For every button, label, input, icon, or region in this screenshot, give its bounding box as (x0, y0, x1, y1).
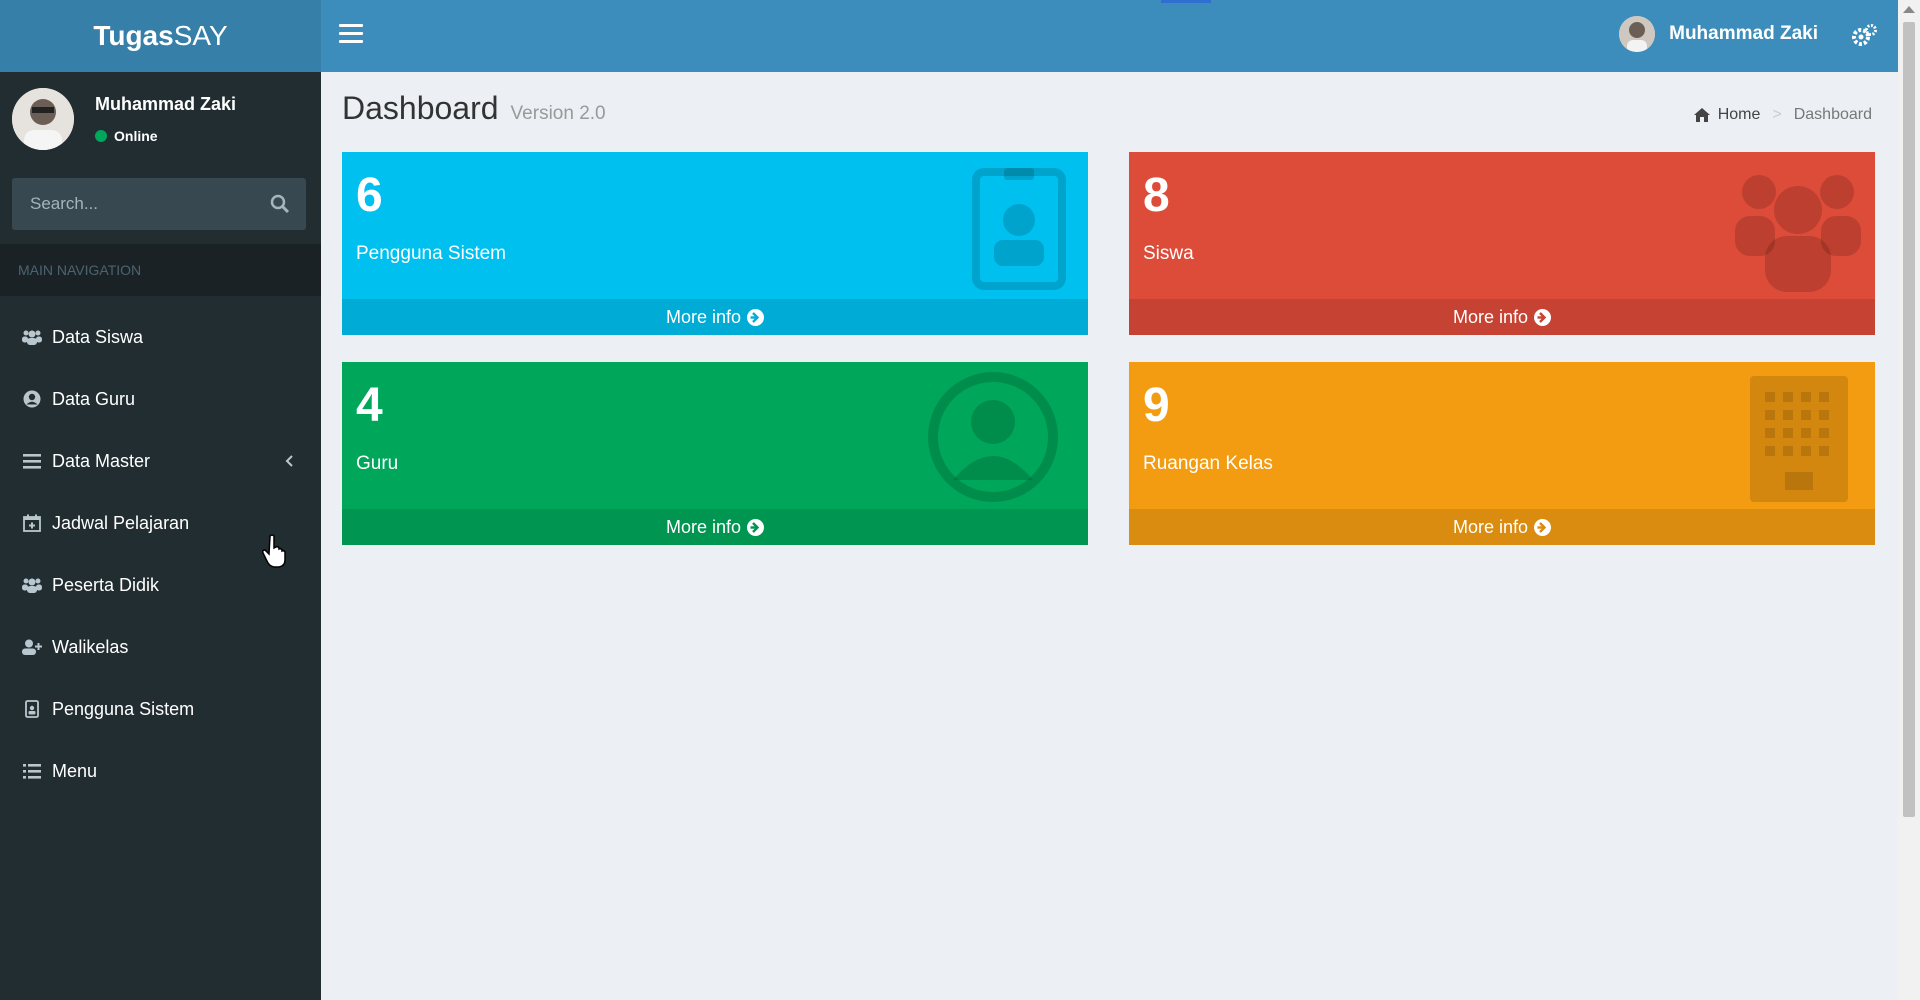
sidebar-item-label: Data Guru (52, 388, 136, 409)
sidebar-item-data-guru[interactable]: Data Guru (0, 368, 321, 430)
hamburger-icon[interactable] (339, 24, 363, 48)
users-icon (1733, 162, 1863, 292)
sidebar-item-label: Data Master (52, 450, 151, 471)
nav-header: MAIN NAVIGATION (0, 244, 321, 296)
breadcrumb-home-link[interactable]: Home (1718, 106, 1761, 124)
info-box-value: 8 (1143, 169, 1170, 222)
sidebar-search (12, 178, 306, 230)
user-plus-icon (22, 637, 42, 657)
sidebar-item-label: Peserta Didik (52, 574, 160, 595)
arrow-circle-right-icon (1534, 308, 1552, 326)
page-scrollbar[interactable] (1898, 0, 1920, 1000)
info-box-label: Pengguna Sistem (356, 243, 506, 264)
sidebar-item-label: Data Siswa (52, 326, 144, 347)
user-circle-icon (22, 389, 42, 409)
arrow-circle-right-icon (747, 518, 765, 536)
info-box-pengguna-sistem: 6 Pengguna Sistem More info (342, 152, 1088, 335)
loading-bar (1161, 0, 1211, 3)
sidebar-item-data-siswa[interactable]: Data Siswa (0, 306, 321, 368)
more-info-link[interactable]: More info (1129, 299, 1875, 335)
gears-icon[interactable] (1850, 22, 1878, 50)
content-header: Dashboard Version 2.0 (342, 90, 606, 127)
info-box-value: 4 (356, 379, 383, 432)
info-box-value: 9 (1143, 379, 1170, 432)
sidebar-item-pengguna-sistem[interactable]: Pengguna Sistem (0, 678, 321, 740)
breadcrumb: Home > Dashboard (1693, 106, 1872, 124)
more-info-label: More info (665, 306, 742, 327)
avatar (12, 88, 74, 150)
info-box-label: Siswa (1143, 243, 1194, 264)
id-badge-icon (946, 162, 1076, 292)
sidebar-item-label: Menu (52, 760, 98, 781)
more-info-link[interactable]: More info (342, 509, 1088, 545)
arrow-circle-right-icon (1534, 518, 1552, 536)
app-logo[interactable]: Tugas SAY (0, 0, 321, 72)
home-icon (1693, 108, 1710, 122)
scrollbar-thumb[interactable] (1903, 22, 1915, 817)
page-title: Dashboard (342, 90, 499, 126)
list-icon (22, 761, 42, 781)
breadcrumb-separator: > (1772, 106, 1782, 123)
info-box-siswa: 8 Siswa More info (1129, 152, 1875, 335)
search-input[interactable] (12, 178, 252, 230)
logo-light: SAY (173, 20, 228, 51)
sidebar-user-panel: Muhammad Zaki Online (0, 72, 321, 172)
scroll-up-icon[interactable] (1903, 6, 1915, 13)
page-subtitle: Version 2.0 (510, 103, 606, 124)
logo-bold: Tugas (93, 20, 174, 51)
more-info-label: More info (1452, 516, 1529, 537)
navbar-user-name: Muhammad Zaki (1669, 23, 1818, 44)
status-label: Online (114, 128, 158, 144)
info-box-label: Ruangan Kelas (1143, 453, 1273, 474)
users-icon (22, 575, 42, 595)
sidebar-item-walikelas[interactable]: Walikelas (0, 616, 321, 678)
user-circle-icon (928, 372, 1058, 502)
building-icon (1725, 372, 1855, 502)
chevron-left-icon (285, 452, 295, 470)
info-box-label: Guru (356, 453, 399, 474)
sidebar-item-menu[interactable]: Menu (0, 740, 321, 802)
users-icon (22, 327, 42, 347)
sidebar-item-label: Jadwal Pelajaran (52, 512, 190, 533)
status-badge: Online (95, 128, 158, 144)
sidebar-item-data-master[interactable]: Data Master (0, 430, 321, 492)
sidebar-item-label: Pengguna Sistem (52, 698, 195, 719)
calendar-plus-icon (22, 513, 42, 533)
more-info-label: More info (665, 516, 742, 537)
arrow-circle-right-icon (747, 308, 765, 326)
online-dot-icon (95, 130, 107, 142)
more-info-label: More info (1452, 306, 1529, 327)
info-box-value: 6 (356, 169, 383, 222)
avatar (1619, 16, 1656, 52)
top-navbar: Muhammad Zaki (321, 0, 1898, 72)
sidebar-item-label: Walikelas (52, 636, 129, 657)
navbar-user-menu[interactable]: Muhammad Zaki (1619, 16, 1818, 52)
search-icon[interactable] (270, 194, 290, 214)
more-info-link[interactable]: More info (1129, 509, 1875, 545)
info-box-ruangan-kelas: 9 Ruangan Kelas More info (1129, 362, 1875, 545)
sidebar-user-name: Muhammad Zaki (95, 94, 237, 114)
more-info-link[interactable]: More info (342, 299, 1088, 335)
breadcrumb-current: Dashboard (1793, 106, 1872, 123)
bars-icon (22, 451, 42, 471)
id-badge-icon (22, 699, 42, 719)
info-box-guru: 4 Guru More info (342, 362, 1088, 545)
hand-cursor-icon (262, 534, 288, 568)
